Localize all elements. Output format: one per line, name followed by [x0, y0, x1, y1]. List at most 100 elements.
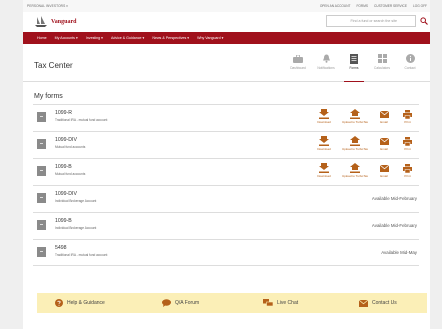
tab-forms[interactable]: Forms [340, 53, 368, 82]
form-document-icon [37, 139, 46, 149]
mail-icon [359, 299, 368, 307]
download-label: Download [317, 147, 331, 151]
open-account-link[interactable]: OPEN AN ACCOUNT [320, 4, 351, 8]
customer-service-link[interactable]: CUSTOMER SERVICE [374, 4, 407, 8]
main-content: Tax Center Dashboard Notifications Forms… [23, 44, 430, 329]
nav-news-perspectives[interactable]: News & Perspectives ▾ [152, 36, 189, 40]
print-label: Print [404, 120, 411, 124]
upload-icon [350, 136, 360, 146]
form-document-icon [37, 166, 46, 176]
form-account: Traditional IRA - mutual fund account [55, 253, 108, 257]
upload-label: Upload to TurboTax [341, 147, 368, 151]
nav-home[interactable]: Home [37, 36, 47, 40]
download-icon [319, 136, 329, 146]
upload-turbotax-button[interactable]: Upload to TurboTax [338, 108, 372, 124]
form-account: Individual Brokerage Account [55, 199, 97, 203]
form-row: 1099-DIV Individual Brokerage Account Av… [33, 185, 419, 212]
form-name[interactable]: 1099-DIV [55, 137, 77, 143]
form-name: 1099-DIV [55, 191, 77, 197]
info-icon [405, 54, 415, 63]
email-icon [379, 110, 389, 118]
live-chat-link[interactable]: Live Chat [263, 299, 298, 307]
print-button[interactable]: Print [396, 162, 419, 178]
question-icon [55, 299, 63, 307]
form-name[interactable]: 1099-R [55, 110, 72, 116]
utility-links: OPEN AN ACCOUNT FORMS CUSTOMER SERVICE L… [320, 4, 427, 8]
download-icon [319, 163, 329, 173]
print-icon [403, 109, 412, 119]
brand-name: Vanguard [51, 18, 77, 25]
print-button[interactable]: Print [396, 135, 419, 151]
live-chat-label: Live Chat [277, 300, 299, 306]
upload-label: Upload to TurboTax [341, 120, 368, 124]
log-off-link[interactable]: LOG OFF [413, 4, 427, 8]
search-input[interactable]: Find a fund or search the site [326, 15, 416, 27]
nav-advice-guidance[interactable]: Advice & Guidance ▾ [111, 36, 144, 40]
qa-forum-link[interactable]: Q/A Forum [162, 299, 199, 307]
form-row: 1099-B Individual Brokerage Account Avai… [33, 212, 419, 239]
tab-calculators[interactable]: Calculators [368, 53, 396, 75]
email-icon [379, 137, 389, 145]
tab-contact[interactable]: Contact [396, 53, 424, 75]
nav-why-vanguard[interactable]: Why Vanguard ▾ [197, 36, 223, 40]
print-icon [403, 163, 412, 173]
email-icon [379, 164, 389, 172]
help-guidance-link[interactable]: Help & Guidance [55, 299, 105, 307]
contact-us-label: Contact Us [372, 300, 397, 306]
form-row: 1099-B Mutual fund accounts Download Upl… [33, 158, 419, 185]
form-document-icon [37, 220, 46, 230]
help-bar: Help & Guidance Q/A Forum Live Chat Cont… [37, 293, 427, 313]
bell-icon [322, 54, 330, 63]
email-button[interactable]: Email [372, 162, 396, 178]
personal-investors-menu[interactable]: PERSONAL INVESTORS ▾ [27, 4, 68, 8]
contact-us-link[interactable]: Contact Us [359, 299, 397, 307]
form-actions: Download Upload to TurboTax Email Print [310, 162, 419, 178]
form-row: 5498 Traditional IRA - mutual fund accou… [33, 239, 419, 266]
download-button[interactable]: Download [310, 108, 338, 124]
nav-investing[interactable]: Investing ▾ [86, 36, 103, 40]
form-name: 1099-B [55, 218, 72, 224]
email-label: Email [380, 120, 388, 124]
tab-notifications[interactable]: Notifications [312, 53, 340, 75]
print-button[interactable]: Print [396, 108, 419, 124]
tab-dashboard[interactable]: Dashboard [284, 53, 312, 75]
utility-bar: PERSONAL INVESTORS ▾ OPEN AN ACCOUNT FOR… [23, 0, 430, 12]
download-button[interactable]: Download [310, 135, 338, 151]
print-icon [403, 136, 412, 146]
tab-label: Notifications [317, 66, 335, 70]
qa-forum-label: Q/A Forum [175, 300, 200, 306]
form-document-icon [37, 193, 46, 203]
help-guidance-label: Help & Guidance [67, 300, 105, 306]
email-label: Email [380, 174, 388, 178]
form-account: Mutual fund accounts [55, 145, 86, 149]
form-account: Individual Brokerage Account [55, 226, 97, 230]
print-label: Print [404, 147, 411, 151]
email-button[interactable]: Email [372, 135, 396, 151]
search-button[interactable] [417, 15, 430, 27]
email-button[interactable]: Email [372, 108, 396, 124]
tab-label: Forms [349, 66, 359, 70]
nav-my-accounts[interactable]: My Accounts ▾ [55, 36, 78, 40]
download-label: Download [317, 174, 331, 178]
document-icon [350, 53, 358, 64]
download-icon [319, 109, 329, 119]
chat-bubble-icon [162, 299, 171, 307]
form-name[interactable]: 1099-B [55, 164, 72, 170]
page-title: Tax Center [34, 61, 73, 70]
tab-label: Contact [404, 66, 416, 70]
main-nav: Home My Accounts ▾ Investing ▾ Advice & … [23, 32, 430, 44]
tab-label: Calculators [374, 66, 390, 70]
form-name: 5498 [55, 245, 67, 251]
download-label: Download [317, 120, 331, 124]
upload-turbotax-button[interactable]: Upload to TurboTax [338, 162, 372, 178]
availability-status: Available Mid-February [371, 223, 417, 228]
download-button[interactable]: Download [310, 162, 338, 178]
live-chat-icon [263, 299, 273, 307]
section-title: My forms [34, 93, 63, 100]
upload-turbotax-button[interactable]: Upload to TurboTax [338, 135, 372, 151]
search-icon [419, 17, 428, 25]
forms-link[interactable]: FORMS [356, 4, 368, 8]
vanguard-logo[interactable]: Vanguard [34, 16, 76, 27]
form-row: 1099-R Traditional IRA - mutual fund acc… [33, 104, 419, 131]
upload-label: Upload to TurboTax [341, 174, 368, 178]
